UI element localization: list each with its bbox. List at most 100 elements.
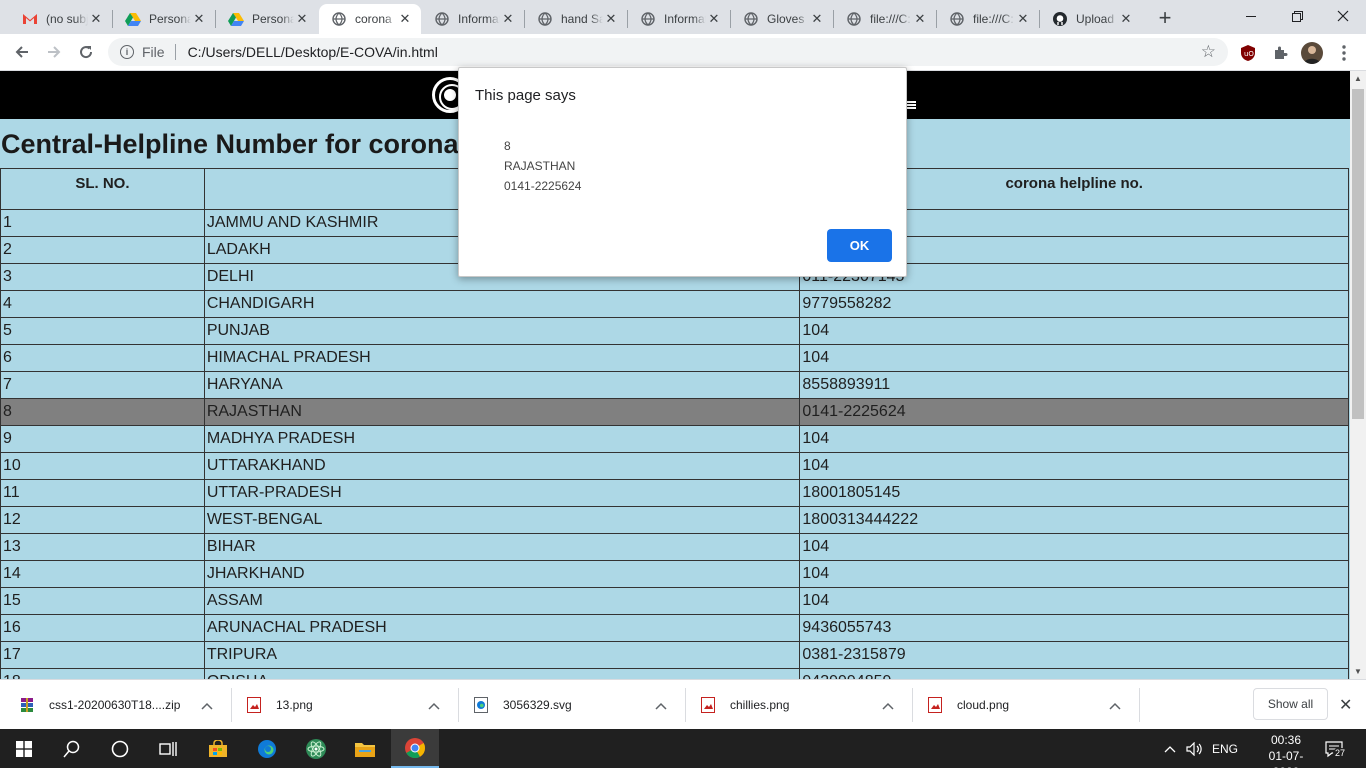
table-row[interactable]: 7 HARYANA 8558893911 xyxy=(0,371,1349,399)
back-button[interactable] xyxy=(8,38,36,66)
download-item[interactable]: 13.png xyxy=(246,680,452,730)
minimize-button[interactable] xyxy=(1228,0,1274,32)
tab-close-icon[interactable]: ✕ xyxy=(500,11,516,27)
tab-close-icon[interactable]: ✕ xyxy=(1118,11,1134,27)
browser-tab[interactable]: file:///C: ✕ xyxy=(937,4,1039,34)
show-hidden-icons-chevron-icon[interactable] xyxy=(1164,729,1176,768)
table-row[interactable]: 10 UTTARAKHAND 104 xyxy=(0,452,1349,480)
table-row[interactable]: 18ODISHA9439994859 xyxy=(0,668,1349,679)
edge-browser-icon[interactable] xyxy=(243,729,291,768)
notification-center-icon[interactable]: 27 xyxy=(1324,729,1348,768)
close-icon xyxy=(1337,10,1349,22)
tab-close-icon[interactable]: ✕ xyxy=(809,11,825,27)
start-windows-icon[interactable] xyxy=(0,729,48,768)
page-scrollbar[interactable]: ▲ ▼ xyxy=(1350,71,1366,679)
state-cell: TRIPURA xyxy=(203,641,801,669)
reload-button[interactable] xyxy=(72,38,100,66)
taskbar-clock[interactable]: 00:36 01-07-2020 xyxy=(1256,732,1316,768)
browser-tab[interactable]: Personal✕ xyxy=(113,4,215,34)
alert-dialog: This page says 8 RAJASTHAN 0141-2225624 … xyxy=(458,67,907,277)
download-options-chevron-icon[interactable] xyxy=(655,697,667,713)
task-view-icon[interactable] xyxy=(144,729,192,768)
tab-close-icon[interactable]: ✕ xyxy=(88,11,104,27)
tab-close-icon[interactable]: ✕ xyxy=(191,11,207,27)
tab-close-icon[interactable]: ✕ xyxy=(912,11,928,27)
browser-tab[interactable]: Information✕ xyxy=(628,4,730,34)
scrollbar-thumb[interactable] xyxy=(1352,89,1364,419)
volume-icon[interactable] xyxy=(1186,729,1204,768)
search-icon[interactable] xyxy=(48,729,96,768)
close-window-button[interactable] xyxy=(1320,0,1366,32)
ublock-extension-icon[interactable]: uO xyxy=(1238,43,1258,63)
table-row[interactable]: 16 ARUNACHAL PRADESH 9436055743 xyxy=(0,614,1349,642)
scroll-down-arrow-icon[interactable]: ▼ xyxy=(1354,667,1362,676)
info-icon[interactable]: i xyxy=(120,45,134,59)
download-options-chevron-icon[interactable] xyxy=(201,697,213,713)
file-explorer-icon[interactable] xyxy=(341,729,389,768)
scroll-up-arrow-icon[interactable]: ▲ xyxy=(1354,74,1362,83)
tab-close-icon[interactable]: ✕ xyxy=(397,11,413,27)
table-row[interactable]: 13 BIHAR 104 xyxy=(0,533,1349,561)
table-row[interactable]: 12 WEST-BENGAL 1800313444222 xyxy=(0,506,1349,534)
helpline-cell: 104 xyxy=(799,560,1349,588)
tab-title: file:///C: xyxy=(870,12,911,26)
download-item[interactable]: css1-20200630T18....zip xyxy=(19,680,225,730)
address-url[interactable]: C:/Users/DELL/Desktop/E-COVA/in.html xyxy=(188,44,438,60)
menu-hamburger-icon[interactable] xyxy=(906,101,916,109)
language-indicator[interactable]: ENG xyxy=(1212,729,1238,768)
sl-no-cell: 1 xyxy=(0,209,205,237)
browser-tab[interactable]: file:///C: ✕ xyxy=(834,4,936,34)
ok-button[interactable]: OK xyxy=(827,229,892,262)
tab-close-icon[interactable]: ✕ xyxy=(706,11,722,27)
state-cell: WEST-BENGAL xyxy=(203,506,801,534)
table-row[interactable]: 14 JHARKHAND 104 xyxy=(0,560,1349,588)
chrome-browser-icon[interactable] xyxy=(391,729,439,768)
browser-tab[interactable]: Upload ✕ xyxy=(1040,4,1142,34)
table-row[interactable]: 9 MADHYA PRADESH 104 xyxy=(0,425,1349,453)
google-drive-icon xyxy=(228,11,244,27)
browser-toolbar: i File C:/Users/DELL/Desktop/E-COVA/in.h… xyxy=(0,34,1366,71)
chrome-menu-icon[interactable] xyxy=(1334,43,1354,63)
sl-no-cell: 13 xyxy=(0,533,205,561)
table-row[interactable]: 8 RAJASTHAN 0141-2225624 xyxy=(0,398,1349,426)
browser-tab[interactable]: hand Sanitizer✕ xyxy=(525,4,627,34)
download-separator xyxy=(458,688,459,722)
browser-tab[interactable]: (no subject)✕ xyxy=(10,4,112,34)
download-item[interactable]: chillies.png xyxy=(700,680,906,730)
table-row[interactable]: 15 ASSAM 104 xyxy=(0,587,1349,615)
browser-tab[interactable]: Gloves ✕ xyxy=(731,4,833,34)
bookmark-star-icon[interactable]: ☆ xyxy=(1201,42,1216,62)
download-options-chevron-icon[interactable] xyxy=(428,697,440,713)
microsoft-store-icon[interactable] xyxy=(194,729,242,768)
tab-close-icon[interactable]: ✕ xyxy=(1015,11,1031,27)
download-item[interactable]: 3056329.svg xyxy=(473,680,679,730)
table-row[interactable]: 17 TRIPURA 0381-2315879 xyxy=(0,641,1349,669)
browser-tab[interactable]: corona ✕ xyxy=(319,4,421,34)
table-row[interactable]: 5 PUNJAB 104 xyxy=(0,317,1349,345)
download-item[interactable]: cloud.png xyxy=(927,680,1133,730)
table-row[interactable]: 4 CHANDIGARH 9779558282 xyxy=(0,290,1349,318)
extensions-puzzle-icon[interactable] xyxy=(1270,43,1290,63)
new-tab-button[interactable]: + xyxy=(1153,5,1177,30)
profile-avatar[interactable] xyxy=(1301,42,1323,64)
browser-tab[interactable]: Information✕ xyxy=(422,4,524,34)
browser-tab[interactable]: Personal✕ xyxy=(216,4,318,34)
restore-button[interactable] xyxy=(1274,0,1320,32)
download-options-chevron-icon[interactable] xyxy=(1109,697,1121,713)
helpline-cell: 104 xyxy=(799,344,1349,372)
sl-no-cell: 14 xyxy=(0,560,205,588)
table-row[interactable]: 11 UTTAR-PRADESH 18001805145 xyxy=(0,479,1349,507)
forward-button[interactable] xyxy=(40,38,68,66)
tab-close-icon[interactable]: ✕ xyxy=(603,11,619,27)
show-all-button[interactable]: Show all xyxy=(1253,688,1328,720)
downloads-bar: css1-20200630T18....zip 13.png 3056329.svg… xyxy=(0,679,1366,729)
download-options-chevron-icon[interactable] xyxy=(882,697,894,713)
tab-close-icon[interactable]: ✕ xyxy=(294,11,310,27)
github-icon xyxy=(1052,11,1068,27)
cortana-icon[interactable] xyxy=(96,729,144,768)
close-downloads-bar-icon[interactable]: ✕ xyxy=(1339,695,1352,715)
atom-editor-icon[interactable] xyxy=(292,729,340,768)
address-bar[interactable]: i File C:/Users/DELL/Desktop/E-COVA/in.h… xyxy=(108,38,1228,66)
sl-no-cell: 12 xyxy=(0,506,205,534)
table-row[interactable]: 6 HIMACHAL PRADESH 104 xyxy=(0,344,1349,372)
